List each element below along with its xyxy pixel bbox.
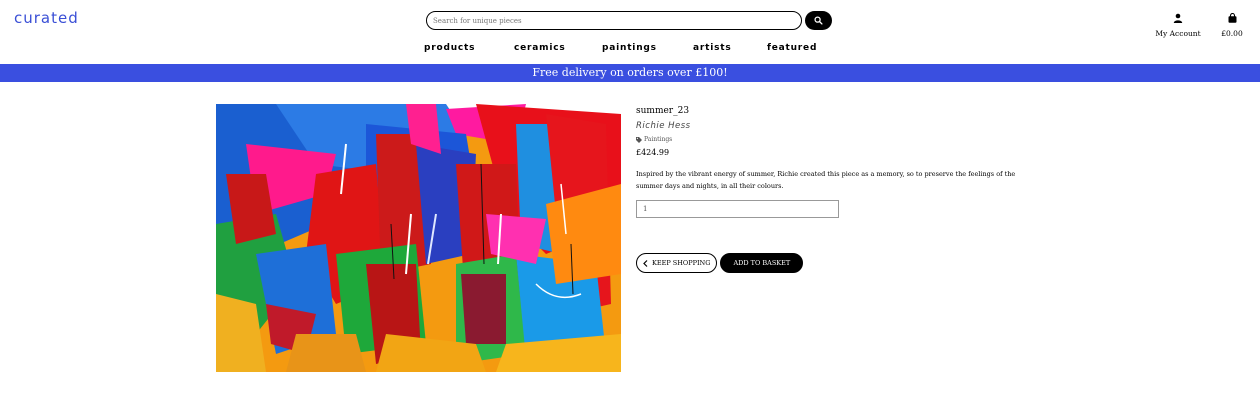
my-account-label: My Account xyxy=(1155,29,1201,38)
product-details: summer_23 Richie Hess Paintings £424.99 … xyxy=(636,104,1036,218)
basket-total: £0.00 xyxy=(1221,29,1243,38)
abstract-painting xyxy=(216,104,621,372)
product-description: Inspired by the vibrant energy of summer… xyxy=(636,170,1016,190)
artist-name[interactable]: Richie Hess xyxy=(636,121,1036,131)
product-title: summer_23 xyxy=(636,106,690,116)
category-tag[interactable]: Paintings xyxy=(636,136,1036,143)
search-icon xyxy=(814,16,823,25)
nav-item-ceramics[interactable]: ceramics xyxy=(514,43,566,53)
tag-icon xyxy=(636,136,642,143)
delivery-banner: Free delivery on orders over £100! xyxy=(0,64,1260,82)
nav-item-featured[interactable]: featured xyxy=(767,43,817,53)
product-price: £424.99 xyxy=(636,148,670,157)
basket-link[interactable]: £0.00 xyxy=(1216,8,1248,38)
search-button[interactable] xyxy=(805,11,832,30)
product-image xyxy=(216,104,621,372)
chevron-left-icon xyxy=(643,259,648,267)
keep-shopping-button[interactable]: KEEP SHOPPING xyxy=(636,253,718,273)
user-icon xyxy=(1173,13,1183,23)
add-to-basket-button[interactable]: ADD TO BASKET xyxy=(720,253,804,273)
nav-item-products[interactable]: products xyxy=(424,43,475,53)
shopping-bag-icon xyxy=(1228,12,1236,23)
search-input[interactable] xyxy=(426,11,802,30)
action-buttons: KEEP SHOPPING ADD TO BASKET xyxy=(636,253,804,273)
nav-item-artists[interactable]: artists xyxy=(693,43,732,53)
site-logo[interactable]: curated xyxy=(14,9,79,27)
keep-shopping-label: KEEP SHOPPING xyxy=(652,259,711,267)
search-bar xyxy=(426,11,832,30)
my-account-link[interactable]: My Account xyxy=(1152,8,1204,38)
nav-item-paintings[interactable]: paintings xyxy=(602,43,657,53)
quantity-input[interactable] xyxy=(636,200,839,218)
add-to-basket-label: ADD TO BASKET xyxy=(733,259,791,267)
main-nav: products ceramics paintings artists feat… xyxy=(0,43,1260,55)
category-label: Paintings xyxy=(644,136,673,143)
